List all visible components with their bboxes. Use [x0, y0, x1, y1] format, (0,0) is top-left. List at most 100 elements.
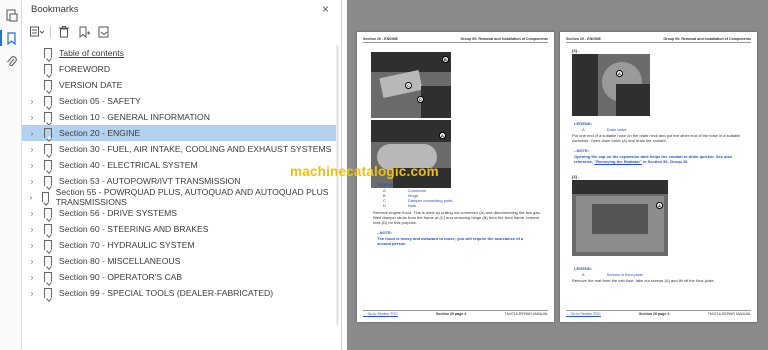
bookmark-icon[interactable] — [5, 32, 18, 45]
page-header: Section 20 - ENGINE Group 00: Removal an… — [566, 37, 751, 43]
list-options-icon — [30, 26, 44, 37]
delete-bookmark-button[interactable] — [57, 25, 71, 39]
side-icon-rail — [0, 0, 22, 350]
new-bookmark-button[interactable] — [77, 25, 91, 39]
chevron-right-icon[interactable]: › — [26, 97, 38, 106]
bookmark-flag-icon — [44, 240, 52, 250]
bookmark-label: Section 40 - ELECTRICAL SYSTEM — [59, 160, 198, 170]
section-toc-link[interactable]: ← Go to Section TOC — [363, 312, 398, 316]
trash-icon — [59, 26, 69, 38]
step-number: [4] - — [572, 174, 580, 179]
bookmark-item[interactable]: Table of contents — [22, 45, 338, 61]
legend-text: Drain valve — [606, 127, 627, 132]
chevron-right-icon[interactable]: › — [26, 289, 38, 298]
active-panel-indicator — [0, 30, 2, 46]
legend-row: D Nuts — [383, 203, 452, 208]
callout-a: A — [439, 132, 446, 139]
page-number: Section 20 page 3 — [436, 312, 467, 316]
bookmark-label: Section 80 - MISCELLANEOUS — [59, 256, 181, 266]
bookmark-item[interactable]: › Section 30 - FUEL, AIR INTAKE, COOLING … — [22, 141, 338, 157]
legend-title: LEGEND: — [574, 121, 592, 126]
bookmarks-toolbar — [30, 24, 111, 40]
bookmark-item[interactable]: › Section 05 - SAFETY — [22, 93, 338, 109]
bookmark-item[interactable]: › Section 55 - POWRQUAD PLUS, AUTOQUAD AN… — [22, 187, 338, 207]
bookmark-flag-icon — [44, 80, 52, 90]
bookmark-flag-icon — [44, 288, 52, 298]
drain-valve-photo: A — [572, 54, 650, 116]
page-footer: ← Go to Section TOC Section 20 page 3 TM… — [363, 310, 548, 316]
bookmark-item[interactable]: › Section 99 - SPECIAL TOOLS (DEALER-FABR… — [22, 285, 338, 301]
bookmark-item[interactable]: FOREWORD — [22, 61, 338, 77]
legend-title: LEGEND: — [574, 266, 592, 271]
page-number: Section 20 page 4 — [639, 312, 670, 316]
chevron-right-icon[interactable]: › — [26, 225, 38, 234]
document-page-4: Section 20 - ENGINE Group 00: Removal an… — [560, 32, 757, 322]
chevron-right-icon[interactable]: › — [26, 193, 36, 202]
callout-b: B — [442, 56, 449, 63]
bookmark-flag-icon — [44, 256, 52, 266]
bookmark-item[interactable]: › Section 20 - ENGINE — [22, 125, 338, 141]
callout-d: D — [417, 96, 424, 103]
watermark-text: machinecatalogic.com — [290, 164, 439, 179]
legend-list: A Drain valve — [582, 127, 627, 132]
bookmark-flag-icon — [44, 128, 52, 138]
close-icon[interactable]: × — [322, 2, 329, 16]
legend-text: Screws in floor-plate — [606, 272, 643, 277]
bookmark-flag-icon — [44, 208, 52, 218]
floor-plate-photo: A — [572, 180, 668, 256]
chevron-right-icon[interactable]: › — [26, 161, 38, 170]
bookmark-label: Section 55 - POWRQUAD PLUS, AUTOQUAD AND… — [55, 187, 329, 207]
note-text: The hood is heavy and awkward to move; y… — [377, 236, 524, 246]
chevron-right-icon[interactable]: › — [26, 241, 38, 250]
section-toc-link[interactable]: ← Go to Section TOC — [566, 312, 601, 316]
callout-c: C — [405, 82, 412, 89]
callout-a: A — [616, 70, 623, 77]
page-thumbnails-icon[interactable] — [5, 9, 18, 22]
bookmark-flag-icon — [44, 96, 52, 106]
bookmark-item[interactable]: VERSION DATE — [22, 77, 338, 93]
header-section: Section 20 - ENGINE — [363, 37, 398, 41]
bookmark-label: Section 60 - STEERING AND BRAKES — [59, 224, 209, 234]
bookmark-flag-icon — [44, 112, 52, 122]
bookmark-item[interactable]: › Section 70 - HYDRAULIC SYSTEM — [22, 237, 338, 253]
bookmark-label: Section 70 - HYDRAULIC SYSTEM — [59, 240, 195, 250]
chevron-right-icon[interactable]: › — [26, 129, 38, 138]
expand-bookmark-button[interactable] — [97, 25, 111, 39]
page-footer: ← Go to Section TOC Section 20 page 4 TM… — [566, 310, 751, 316]
removing-radiator-link[interactable]: "Removing the Radiator" — [594, 159, 642, 164]
bookmark-label: Table of contents — [59, 48, 124, 58]
bookmark-label: Section 05 - SAFETY — [59, 96, 141, 106]
chevron-right-icon[interactable]: › — [26, 257, 38, 266]
expand-bookmark-icon — [98, 26, 109, 38]
chevron-right-icon[interactable]: › — [26, 145, 38, 154]
bookmark-label: Section 90 - OPERATOR'S CAB — [59, 272, 183, 282]
bookmark-item[interactable]: › Section 56 - DRIVE SYSTEMS — [22, 205, 338, 221]
note-title: --NOTE: — [377, 230, 393, 235]
legend-list: A Screws in floor-plate — [582, 272, 643, 277]
chevron-right-icon[interactable]: › — [26, 177, 38, 186]
callout-a: A — [656, 202, 663, 209]
bookmark-item[interactable]: › Section 10 - GENERAL INFORMATION — [22, 109, 338, 125]
toolbar-divider — [50, 26, 51, 38]
manual-id: TM4716-REPAIR MANUAL — [707, 312, 751, 316]
bookmark-label: Section 10 - GENERAL INFORMATION — [59, 112, 210, 122]
header-section: Section 20 - ENGINE — [566, 37, 601, 41]
chevron-right-icon[interactable]: › — [26, 113, 38, 122]
legend-text: Nuts — [407, 203, 417, 208]
attachment-icon[interactable] — [5, 55, 18, 68]
legend-title: LEGEND: — [377, 182, 395, 187]
chevron-right-icon[interactable]: › — [26, 209, 38, 218]
legend-list: A Connector B Hinge C Damper connecting point… — [383, 188, 452, 208]
bookmark-flag-icon — [44, 160, 52, 170]
bookmark-item[interactable]: › Section 90 - OPERATOR'S CAB — [22, 269, 338, 285]
bookmark-flag-icon — [44, 176, 52, 186]
options-menu-button[interactable] — [30, 25, 44, 39]
bookmark-item[interactable]: › Section 80 - MISCELLANEOUS — [22, 253, 338, 269]
bookmark-item[interactable]: › Section 60 - STEERING AND BRAKES — [22, 221, 338, 237]
instruction-text: Remove engine hood. This is done by pull… — [373, 210, 541, 225]
step-number: [3] - — [572, 48, 580, 53]
bookmark-label: Section 20 - ENGINE — [59, 128, 141, 138]
manual-id: TM4716-REPAIR MANUAL — [504, 312, 548, 316]
bookmark-scrollbar[interactable] — [336, 45, 339, 325]
chevron-right-icon[interactable]: › — [26, 273, 38, 282]
